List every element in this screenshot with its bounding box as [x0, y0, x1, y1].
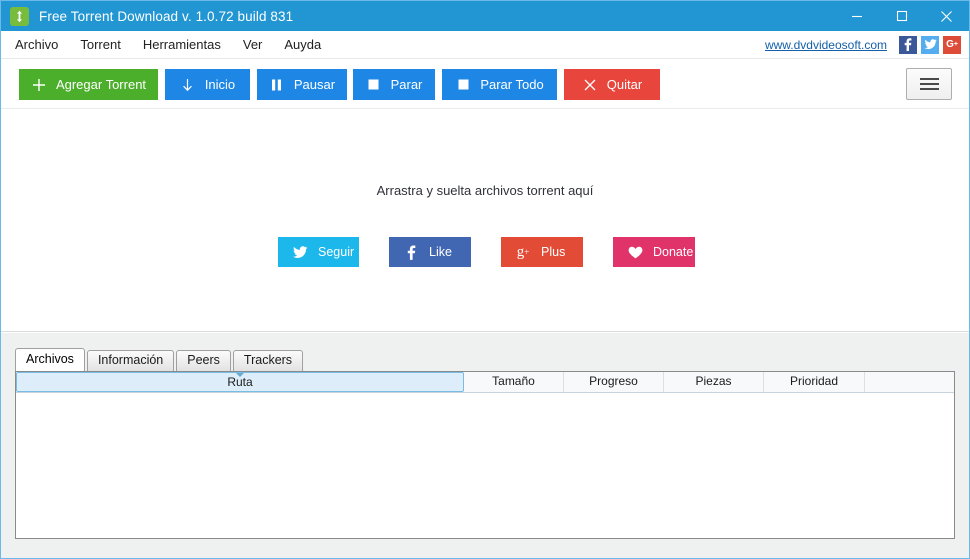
donate-button[interactable]: Donate [613, 237, 695, 267]
drop-hint-text: Arrastra y suelta archivos torrent aquí [376, 183, 594, 198]
pause-button[interactable]: Pausar [257, 69, 347, 100]
donate-label: Donate [653, 245, 694, 259]
add-torrent-button[interactable]: Agregar Torrent [19, 69, 158, 100]
facebook-like-button[interactable]: Like [389, 237, 471, 267]
stop-all-button[interactable]: Parar Todo [442, 69, 557, 100]
menu-item-ver[interactable]: Ver [232, 31, 274, 58]
column-header-ruta-label: Ruta [227, 375, 253, 389]
menu-bar-right: www.dvdvideosoft.com G + [765, 35, 969, 54]
stop-icon [366, 79, 382, 90]
hamburger-menu-button[interactable] [906, 68, 952, 100]
google-plus-icon: g + [516, 243, 530, 260]
minimize-icon[interactable] [834, 1, 879, 31]
start-label: Inicio [204, 77, 236, 92]
close-x-icon [582, 79, 598, 91]
pause-icon [269, 79, 285, 91]
twitter-bird-icon [288, 245, 312, 259]
maximize-icon[interactable] [879, 1, 924, 31]
menu-item-ayuda[interactable]: Auyda [273, 31, 332, 58]
column-header-prioridad[interactable]: Prioridad [764, 372, 865, 392]
hamburger-menu-icon [919, 78, 939, 90]
google-plus-icon[interactable]: G + [943, 35, 961, 54]
main-toolbar: Agregar Torrent Inicio Pausar Parar Para [1, 60, 969, 109]
start-button[interactable]: Inicio [165, 69, 250, 100]
download-arrow-icon [180, 78, 196, 92]
app-logo-icon [10, 6, 29, 26]
title-bar: Free Torrent Download v. 1.0.72 build 83… [1, 1, 969, 31]
stop-all-label: Parar Todo [480, 77, 544, 92]
add-torrent-label: Agregar Torrent [55, 77, 147, 92]
files-table-header: Ruta Tamaño Progreso Piezas Prioridad [16, 372, 954, 393]
facebook-f-icon [399, 245, 423, 260]
google-plus-label: Plus [541, 245, 566, 259]
pause-label: Pausar [293, 77, 336, 92]
menu-item-herramientas[interactable]: Herramientas [132, 31, 232, 58]
details-tabs: Archivos Información Peers Trackers [15, 348, 305, 371]
menu-bar: Archivo Torrent Herramientas Ver Auyda w… [1, 31, 969, 59]
tab-trackers[interactable]: Trackers [232, 350, 304, 371]
close-icon[interactable] [924, 1, 969, 31]
facebook-icon[interactable] [899, 35, 917, 54]
stop-icon [455, 79, 471, 90]
stop-label: Parar [390, 77, 423, 92]
twitter-follow-button[interactable]: Seguir [278, 237, 359, 267]
column-header-progreso[interactable]: Progreso [564, 372, 664, 392]
window-controls [834, 1, 969, 31]
tab-informacion[interactable]: Información [86, 350, 175, 371]
window-title: Free Torrent Download v. 1.0.72 build 83… [39, 8, 294, 24]
column-header-ruta[interactable]: Ruta [16, 372, 464, 392]
tab-peers[interactable]: Peers [176, 350, 231, 371]
stop-button[interactable]: Parar [353, 69, 435, 100]
details-panel: Archivos Información Peers Trackers Ruta… [1, 333, 969, 558]
remove-label: Quitar [606, 77, 643, 92]
sort-ascending-icon [236, 373, 244, 377]
column-header-tamano[interactable]: Tamaño [464, 372, 564, 392]
torrent-drop-area[interactable]: Arrastra y suelta archivos torrent aquí … [1, 109, 969, 332]
facebook-like-label: Like [429, 245, 452, 259]
google-plus-button[interactable]: g + Plus [501, 237, 583, 267]
menu-item-archivo[interactable]: Archivo [4, 31, 69, 58]
files-table-body[interactable] [16, 393, 954, 538]
menu-item-torrent[interactable]: Torrent [69, 31, 131, 58]
application-window: Free Torrent Download v. 1.0.72 build 83… [0, 0, 970, 559]
remove-button[interactable]: Quitar [564, 69, 660, 100]
column-header-piezas[interactable]: Piezas [664, 372, 764, 392]
tab-archivos[interactable]: Archivos [15, 348, 85, 371]
twitter-icon[interactable] [921, 35, 939, 54]
heart-icon [623, 246, 647, 259]
website-link[interactable]: www.dvdvideosoft.com [765, 38, 887, 52]
files-table: Ruta Tamaño Progreso Piezas Prioridad [15, 371, 955, 539]
twitter-follow-label: Seguir [318, 245, 355, 259]
plus-icon [31, 78, 47, 92]
column-header-spacer[interactable] [865, 372, 954, 392]
